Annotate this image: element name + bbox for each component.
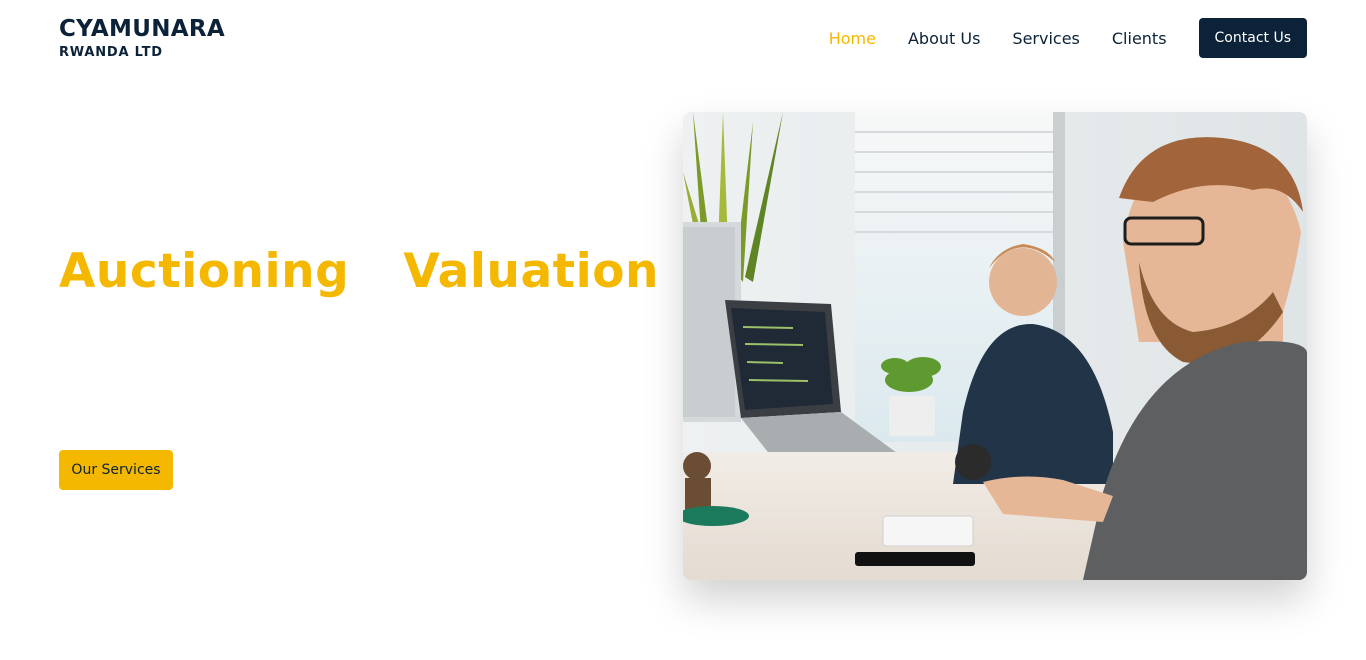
nav-home[interactable]: Home: [829, 29, 876, 48]
nav-about-us[interactable]: About Us: [908, 29, 980, 48]
hero-title: Auctioning Valuation: [59, 244, 659, 299]
nav-clients[interactable]: Clients: [1112, 29, 1167, 48]
office-workers-photo-icon: [683, 112, 1307, 580]
contact-us-button[interactable]: Contact Us: [1198, 18, 1307, 58]
main-nav: Home About Us Services Clients Contact U…: [829, 18, 1307, 58]
brand-name: CYAMUNARA: [59, 16, 225, 42]
nav-services[interactable]: Services: [1012, 29, 1079, 48]
brand-logo[interactable]: CYAMUNARA RWANDA LTD: [59, 15, 225, 60]
hero-word-valuation: Valuation: [403, 244, 659, 299]
our-services-button[interactable]: Our Services: [59, 450, 173, 490]
hero-word-auctioning: Auctioning: [59, 244, 350, 299]
brand-subtitle: RWANDA LTD: [59, 45, 163, 60]
hero-image: [683, 112, 1307, 580]
site-header: CYAMUNARA RWANDA LTD Home About Us Servi…: [0, 0, 1366, 80]
